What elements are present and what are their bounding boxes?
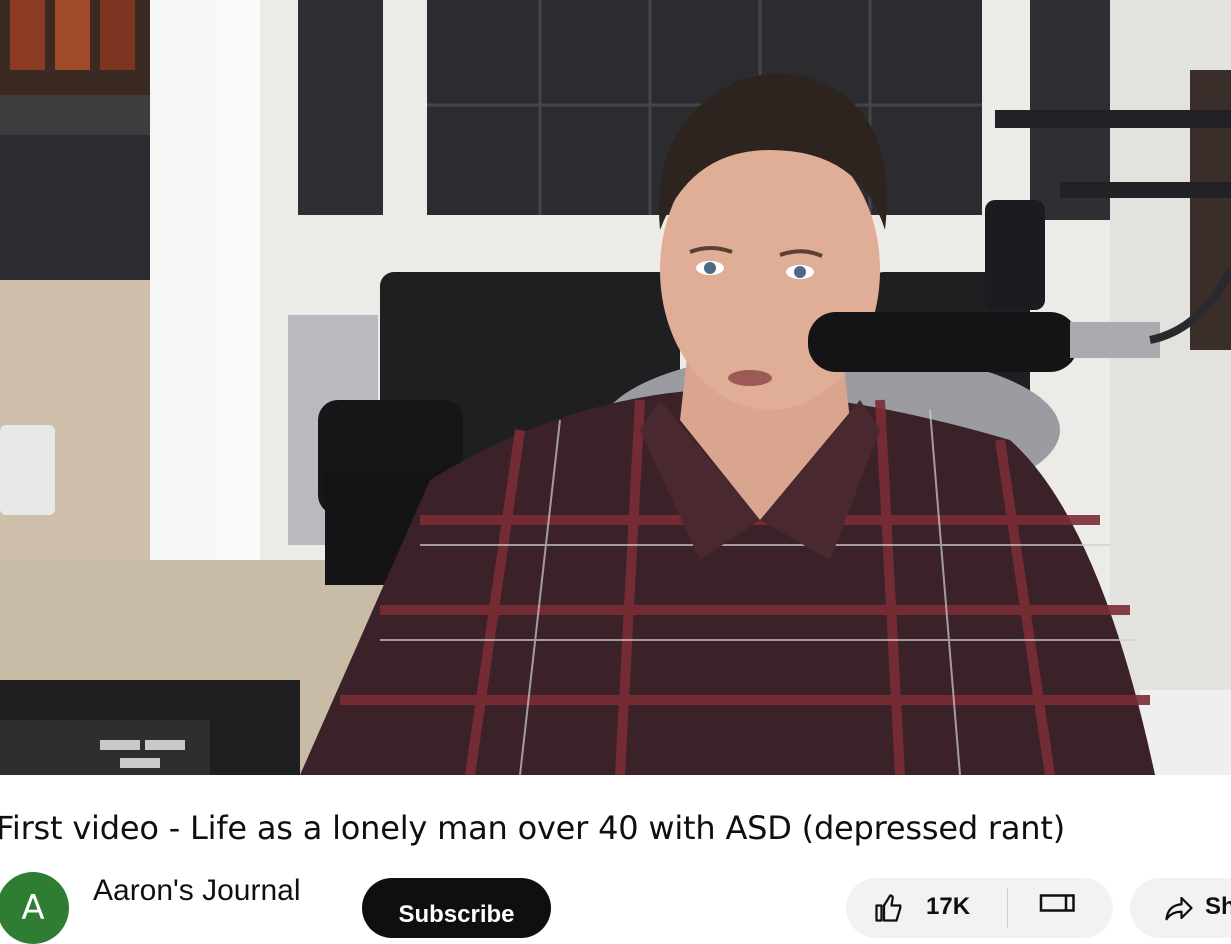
avatar-letter: A [21, 888, 45, 928]
thumbs-up-icon[interactable] [874, 893, 904, 923]
channel-avatar[interactable]: A [0, 872, 69, 944]
subscribe-button[interactable]: Subscribe [362, 878, 551, 938]
like-divider [1007, 888, 1008, 928]
channel-name[interactable]: Aaron's Journal [93, 874, 301, 908]
video-frame [0, 0, 1231, 775]
share-arrow-icon [1165, 896, 1193, 921]
video-title: First video - Life as a lonely man over … [0, 809, 1065, 847]
thumbs-down-icon[interactable] [1036, 893, 1076, 923]
like-count[interactable]: 17K [926, 893, 970, 921]
share-label: Share [1205, 893, 1231, 920]
video-player[interactable] [0, 0, 1231, 775]
